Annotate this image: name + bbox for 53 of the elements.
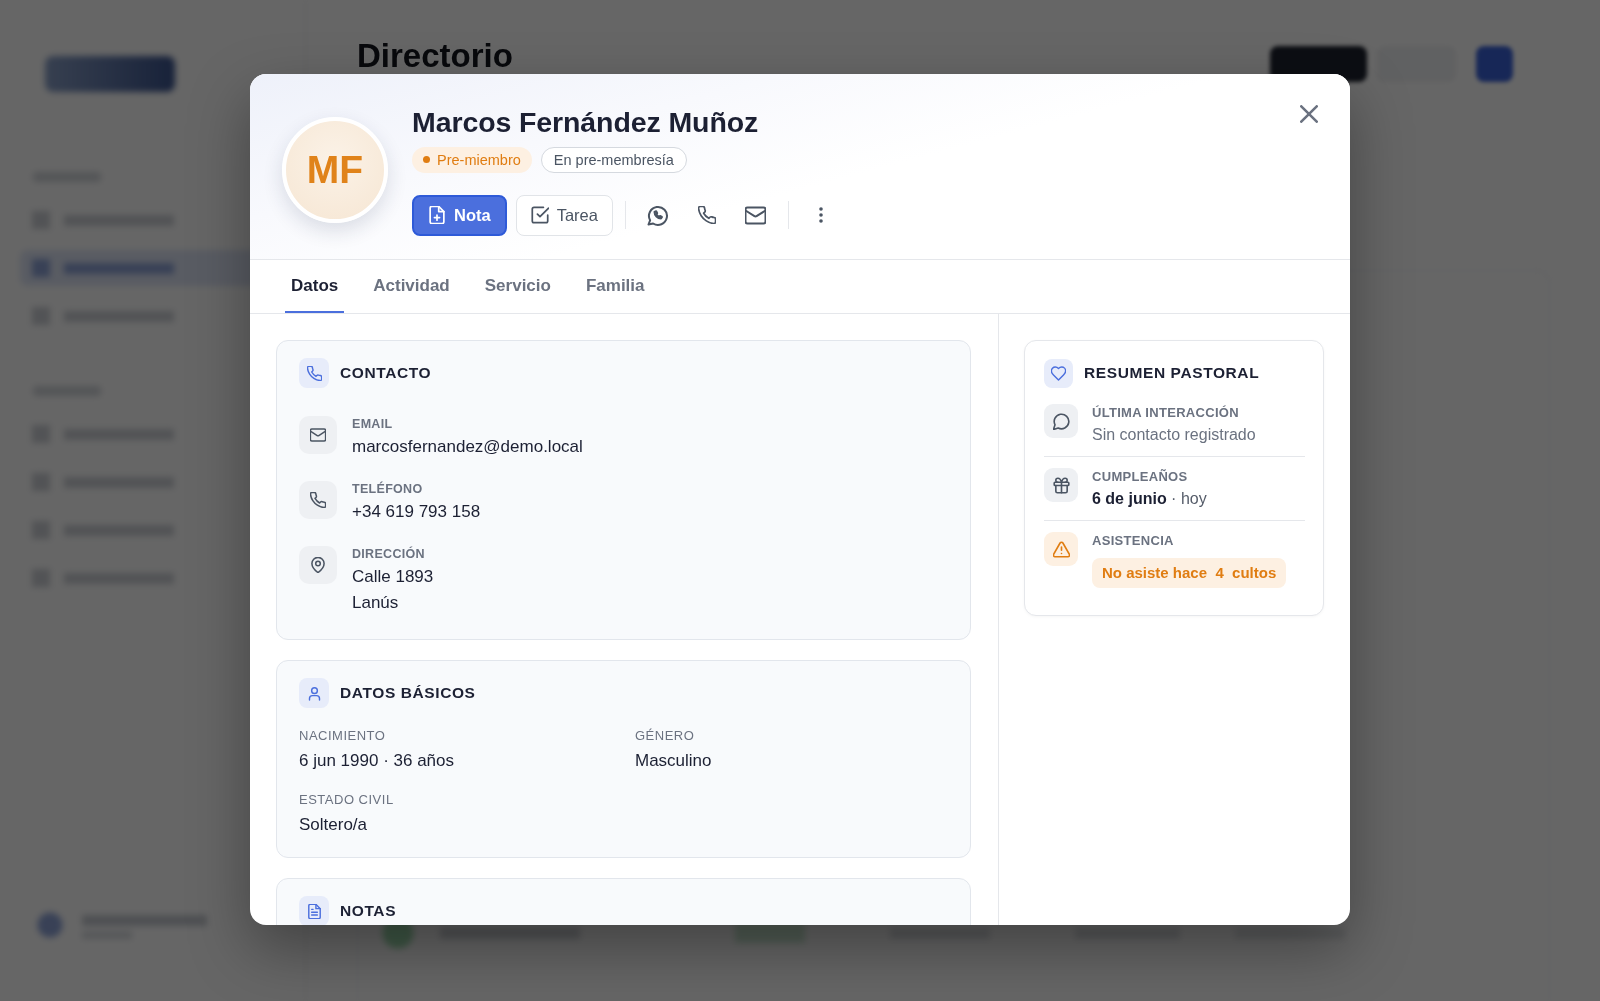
person-name: Marcos Fernández Muñoz (412, 104, 760, 139)
field-value: Calle 1893 (352, 566, 434, 588)
field-label: TELÉFONO (352, 481, 424, 497)
section-title: NOTAS (340, 902, 397, 920)
speech-bubble-phone-icon[interactable] (647, 204, 669, 226)
field-value: 6 jun 1990 · 36 años (299, 750, 455, 772)
field-label: CUMPLEAÑOS (1092, 468, 1189, 485)
speech-bubble-icon (1044, 404, 1078, 438)
section-title: DATOS BÁSICOS (340, 684, 476, 702)
status-label: Pre-miembro (437, 151, 521, 168)
envelope-icon (299, 416, 337, 454)
gift-icon (1044, 468, 1078, 502)
blurred-header-block (1476, 46, 1513, 82)
tab[interactable]: Actividad (367, 260, 456, 313)
note-button[interactable]: Nota (412, 194, 507, 236)
field-value: Soltero/a (299, 814, 369, 836)
field-value: 6 de junio · hoy (1092, 489, 1207, 509)
checkbox-icon (530, 206, 549, 224)
field-label: ÚLTIMA INTERACCIÓN (1092, 404, 1240, 421)
section-title: CONTACTO (340, 364, 432, 382)
field-value: Lanús (352, 592, 400, 614)
map-pin-icon (299, 546, 337, 584)
envelope-icon[interactable] (745, 204, 767, 226)
warning-triangle-icon (1044, 532, 1078, 566)
document-icon (299, 896, 329, 925)
field-value: Sin contacto registrado (1092, 425, 1256, 445)
membership-badge: En pre-membresía (540, 146, 687, 173)
field-label: ASISTENCIA (1092, 532, 1175, 549)
phone-icon (299, 481, 337, 519)
task-button[interactable]: Tarea (515, 194, 613, 236)
field-label: ESTADO CIVIL (299, 791, 395, 809)
field-value: Masculino (635, 750, 713, 772)
close-icon[interactable] (1300, 105, 1318, 123)
phone-icon (299, 358, 329, 388)
tab[interactable]: Servicio (478, 260, 557, 313)
attendance-warning-badge: No asiste hace 4 cultos (1092, 558, 1287, 588)
tab[interactable]: Familia (579, 260, 651, 313)
heart-icon (1044, 358, 1073, 388)
field-label: GÉNERO (635, 727, 696, 745)
page-title: Directorio (357, 39, 513, 73)
field-value: +34 619 793 158 (352, 501, 481, 523)
phone-icon[interactable] (697, 206, 716, 224)
initials-avatar: MF (282, 117, 388, 223)
field-value: marcosfernandez@demo.local (352, 436, 583, 458)
field-label: NACIMIENTO (299, 727, 387, 745)
section-title: RESUMEN PASTORAL (1084, 364, 1260, 382)
field-label: DIRECCIÓN (352, 546, 426, 562)
person-icon (299, 678, 329, 708)
file-plus-icon (428, 206, 446, 224)
more-options-icon[interactable] (818, 207, 823, 223)
field-label: EMAIL (352, 416, 394, 432)
tab[interactable]: Datos (285, 260, 345, 313)
status-dot-icon (423, 156, 430, 163)
